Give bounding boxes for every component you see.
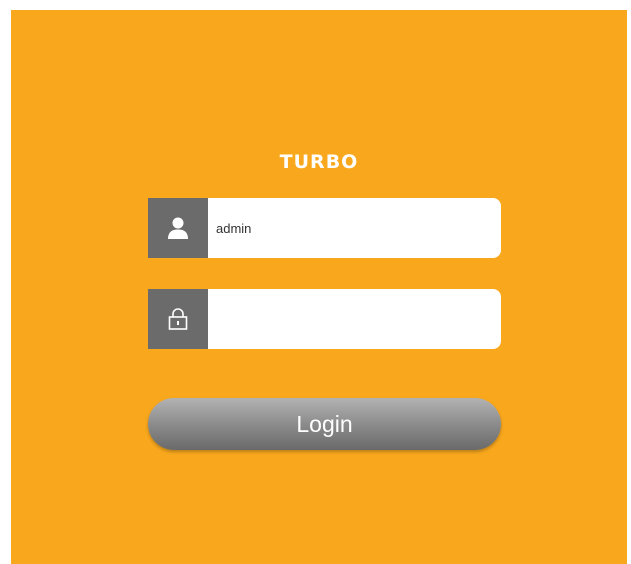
login-panel: TURBO Login (11, 10, 627, 564)
username-field (148, 198, 501, 258)
page-title: TURBO (279, 151, 359, 173)
user-icon (148, 198, 208, 258)
login-button[interactable]: Login (148, 398, 501, 450)
password-field (148, 289, 501, 349)
lock-icon (148, 289, 208, 349)
password-input[interactable] (208, 289, 501, 349)
username-input[interactable] (208, 198, 501, 258)
